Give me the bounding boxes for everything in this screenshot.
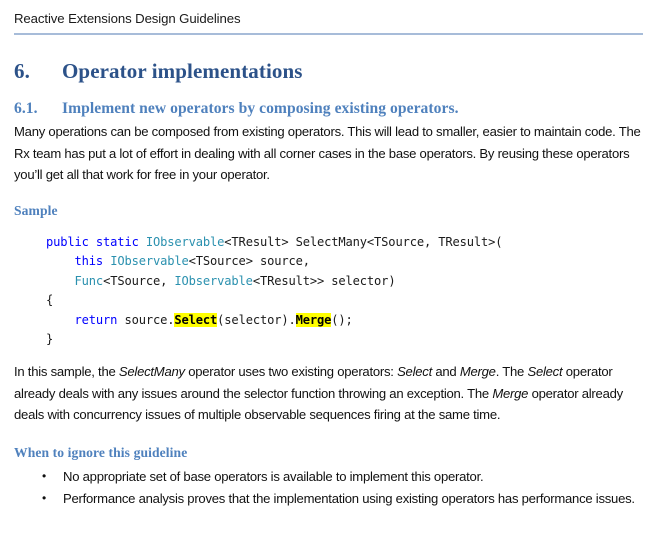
code-token-keyword: this — [74, 254, 111, 269]
code-token-plain: <TSource, — [103, 273, 175, 288]
bullet-icon: • — [42, 468, 46, 483]
document-page: Reactive Extensions Design Guidelines 6.… — [0, 0, 657, 550]
list-item-label: No appropriate set of base operators is … — [63, 468, 484, 484]
code-line: Func<TSource, IObservable<TResult>> sele… — [46, 273, 396, 288]
operator-name-emphasis: Select — [527, 364, 563, 380]
sample-code-block: public static IObservable<TResult> Selec… — [14, 232, 643, 351]
code-token-type: IObservable — [174, 273, 253, 288]
code-token-plain: (selector). — [217, 312, 296, 327]
list-item-label: Performance analysis proves that the imp… — [63, 491, 635, 507]
document-header-title: Reactive Extensions Design Guidelines — [14, 11, 241, 26]
header-divider-rule — [14, 33, 643, 35]
ignore-guideline-list: • No appropriate set of base operators is… — [14, 466, 643, 510]
code-token-type: Func — [74, 273, 104, 288]
code-line: { — [46, 293, 53, 307]
subsection-title: Implement new operators by composing exi… — [62, 100, 459, 117]
code-token-highlight: Merge — [295, 312, 332, 327]
section-heading: 6. Operator implementations — [14, 59, 643, 83]
explanation-text-run: and — [431, 364, 460, 380]
code-token-type: IObservable — [110, 254, 189, 269]
section-title: Operator implementations — [62, 59, 303, 83]
code-token-type: IObservable — [145, 234, 225, 249]
explanation-paragraph: In this sample, the SelectMany operator … — [14, 361, 641, 426]
operator-name-emphasis: SelectMany — [118, 364, 185, 380]
code-token-plain: <TResult> SelectMany<TSource, TResult>( — [224, 234, 503, 249]
code-token-keyword: public static — [46, 234, 146, 249]
code-token-plain: { — [46, 293, 54, 308]
code-token-plain: source. — [124, 312, 175, 327]
document-content: 6. Operator implementations 6.1. Impleme… — [0, 59, 657, 510]
code-token-highlight: Select — [174, 312, 218, 327]
code-line: this IObservable<TSource> source, — [46, 254, 310, 268]
sample-heading: Sample — [14, 202, 58, 218]
ignore-guideline-heading: When to ignore this guideline — [14, 444, 188, 460]
subsection-heading: 6.1. Implement new operators by composin… — [14, 99, 643, 118]
bullet-icon: • — [42, 491, 46, 506]
code-token-plain: <TResult>> selector) — [252, 273, 396, 288]
list-item: • No appropriate set of base operators is… — [14, 466, 641, 488]
code-token-plain: } — [46, 332, 54, 347]
code-token-plain: <TSource> source, — [188, 254, 310, 269]
section-number: 6. — [14, 59, 30, 83]
operator-name-emphasis: Merge — [492, 385, 529, 401]
code-line: return source.Select(selector).Merge(); — [46, 312, 353, 327]
code-line: public static IObservable<TResult> Selec… — [46, 234, 503, 249]
subsection-number: 6.1. — [14, 100, 38, 117]
operator-name-emphasis: Merge — [459, 364, 496, 380]
code-token-keyword: return — [74, 312, 125, 327]
list-item: • Performance analysis proves that the im… — [14, 488, 641, 510]
explanation-text-run: operator uses two existing operators: — [184, 364, 398, 380]
operator-name-emphasis: Select — [397, 364, 432, 380]
subsection-paragraph: Many operations can be composed from exi… — [14, 124, 641, 182]
code-line: } — [46, 332, 53, 346]
document-header: Reactive Extensions Design Guidelines — [0, 0, 657, 35]
explanation-text-run: . The — [495, 364, 528, 380]
explanation-text-run: In this sample, the — [14, 364, 119, 380]
code-token-plain: (); — [331, 312, 353, 327]
